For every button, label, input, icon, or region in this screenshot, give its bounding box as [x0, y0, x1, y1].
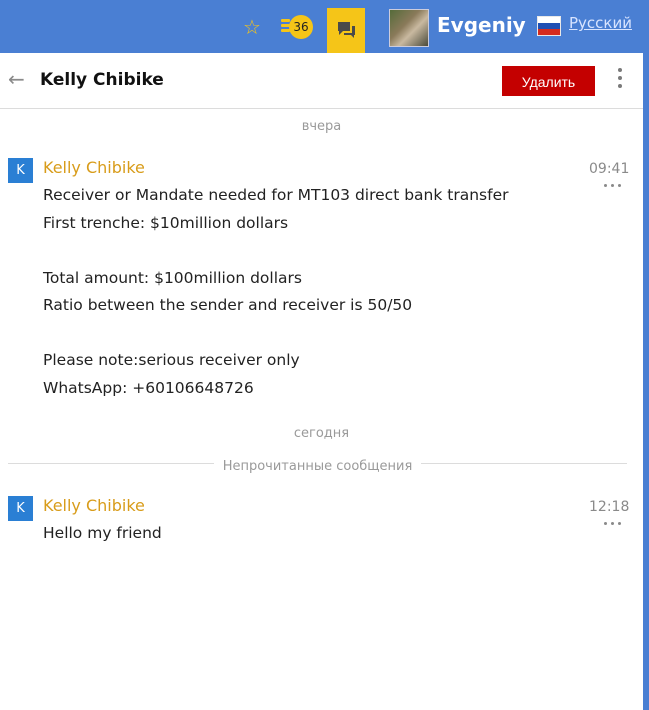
language-link[interactable]: Русский	[569, 14, 632, 32]
delete-button[interactable]: Удалить	[502, 66, 595, 96]
message-time: 12:18	[589, 499, 630, 515]
unread-divider: Непрочитанные сообщения	[8, 455, 627, 474]
date-separator-today: сегодня	[293, 426, 350, 441]
message-text: Hello my friend	[43, 524, 162, 542]
conversation-header: ← Kelly Chibike Удалить	[0, 53, 643, 109]
message-menu-icon[interactable]	[604, 522, 626, 528]
sender-name[interactable]: Kelly Chibike	[43, 158, 145, 177]
top-bar: ☆ 36 Evgeniy Русский	[0, 0, 649, 53]
message-text: Receiver or Mandate needed for MT103 dir…	[43, 186, 509, 397]
username[interactable]: Evgeniy	[437, 13, 526, 37]
messages-button[interactable]	[327, 8, 365, 53]
message-menu-icon[interactable]	[604, 184, 626, 190]
message-time: 09:41	[589, 161, 630, 177]
conversation-title: Kelly Chibike	[40, 70, 164, 90]
sender-name[interactable]: Kelly Chibike	[43, 496, 145, 515]
message-item: K Kelly Chibike 09:41 Receiver or Mandat…	[0, 158, 643, 408]
date-separator-yesterday: вчера	[301, 119, 342, 134]
unread-label: Непрочитанные сообщения	[213, 459, 422, 474]
message-item: K Kelly Chibike 12:18 Hello my friend	[0, 496, 643, 556]
back-arrow-icon[interactable]: ←	[8, 69, 28, 89]
notification-count-badge: 36	[289, 15, 313, 39]
russia-flag-icon[interactable]	[537, 16, 561, 36]
more-options-icon[interactable]	[615, 68, 625, 92]
right-edge-bar	[643, 53, 649, 710]
chat-bubbles-icon	[338, 22, 355, 38]
sender-avatar: K	[8, 158, 33, 183]
star-icon[interactable]: ☆	[241, 16, 263, 38]
user-avatar[interactable]	[389, 9, 429, 47]
sender-avatar: K	[8, 496, 33, 521]
